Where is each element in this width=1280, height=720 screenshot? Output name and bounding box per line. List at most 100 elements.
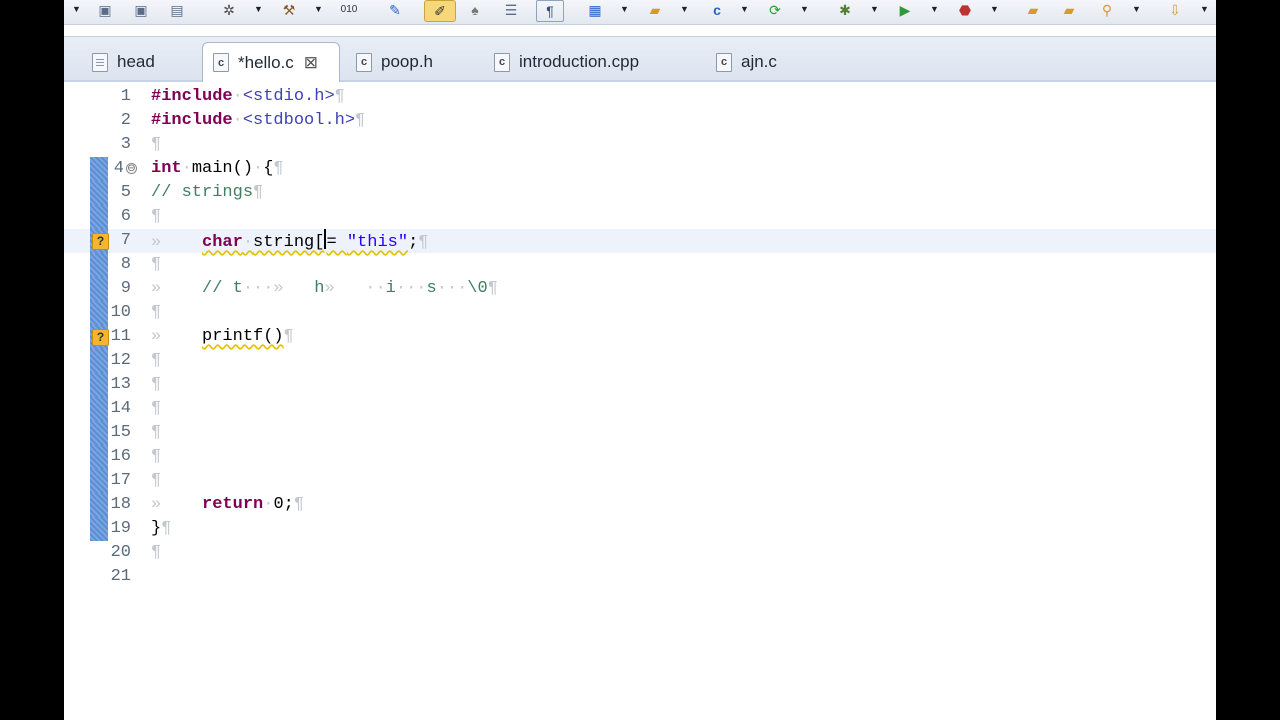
code-text: ¶ (151, 135, 162, 154)
code-line: 8 ¶ (64, 253, 1216, 277)
line-number: 4 (113, 159, 124, 178)
chevron-down-icon[interactable]: ▼ (314, 4, 323, 14)
code-line: 10 ¶ (64, 301, 1216, 325)
line-number: 13 (110, 375, 131, 394)
chevron-down-icon[interactable]: ▼ (870, 4, 879, 14)
tab-label: head (117, 52, 155, 71)
tab-hello-c[interactable]: c *hello.c ⊠ (202, 42, 340, 82)
new-c-file-icon[interactable]: c (706, 0, 728, 20)
line-number: 8 (120, 255, 131, 274)
line-number: 9 (120, 279, 131, 298)
code-text: ¶ (151, 351, 162, 370)
tab-introduction-cpp[interactable]: c introduction.cpp (484, 43, 639, 81)
search-icon[interactable]: ⚲ (1096, 0, 1118, 20)
code-line: 18 » return·0;¶ (64, 493, 1216, 517)
code-text: int·main()·{¶ (151, 159, 284, 178)
code-line: 14 ¶ (64, 397, 1216, 421)
code-line: 20 ¶ (64, 541, 1216, 565)
code-text: // strings¶ (151, 183, 264, 202)
chevron-down-icon[interactable]: ▼ (680, 4, 689, 14)
file-icon (92, 52, 108, 72)
save-icon[interactable]: ▣ (94, 0, 116, 20)
code-line: 4 ⊖ int·main()·{¶ (64, 157, 1216, 181)
line-number: 6 (120, 207, 131, 226)
save-all-icon[interactable]: ▣ (130, 0, 152, 20)
code-text: ¶ (151, 255, 162, 274)
dropdown-arrow-icon[interactable]: ▼ (72, 4, 81, 14)
open-project-icon[interactable]: ▰ (1022, 0, 1044, 20)
external-tools-icon[interactable]: ⬣ (954, 0, 976, 20)
line-number: 21 (110, 567, 131, 586)
debug-bug-icon[interactable]: ✱ (834, 0, 856, 20)
paintbrush-icon[interactable]: ♠ (464, 0, 486, 20)
eclipse-ide-window: ▼ ▣ ▣ ▤ ✲ ▼ ⚒ ▼ 010 ✎ ✐ ♠ ☰ ¶ ▦ ▼ ▰ ▼ c … (64, 0, 1216, 720)
code-line: 5 // strings¶ (64, 181, 1216, 205)
code-line: 15 ¶ (64, 421, 1216, 445)
code-text: #include·<stdio.h>¶ (151, 87, 345, 106)
line-number: 17 (110, 471, 131, 490)
code-line: 3 ¶ (64, 133, 1216, 157)
chevron-down-icon[interactable]: ▼ (930, 4, 939, 14)
code-text: ¶ (151, 543, 162, 562)
code-text: » return·0;¶ (151, 495, 305, 514)
code-line: 19 }¶ (64, 517, 1216, 541)
chevron-down-icon[interactable]: ▼ (1200, 4, 1209, 14)
c-file-icon: c (356, 52, 372, 72)
open-folder-icon[interactable]: ▰ (644, 0, 666, 20)
close-tab-icon[interactable]: ⊠ (304, 53, 318, 73)
code-text: ¶ (151, 399, 162, 418)
code-text: ¶ (151, 303, 162, 322)
chevron-down-icon[interactable]: ▼ (800, 4, 809, 14)
editor-tab-bar: head c *hello.c ⊠ c poop.h c introductio… (64, 36, 1216, 82)
line-number: 12 (110, 351, 131, 370)
code-line: 6 ¶ (64, 205, 1216, 229)
code-line: 12 ¶ (64, 349, 1216, 373)
code-line: ? 11 » printf()¶ (64, 325, 1216, 349)
code-text: » char·string[= "this";¶ (151, 229, 428, 255)
tab-label: ajn.c (741, 52, 777, 71)
line-number: 7 (120, 231, 131, 250)
c-file-icon: c (213, 53, 229, 72)
chevron-down-icon[interactable]: ▼ (990, 4, 999, 14)
line-number: 11 (110, 327, 131, 346)
line-number: 3 (120, 135, 131, 154)
settings-gear-icon[interactable]: ✲ (218, 0, 240, 20)
code-text: ¶ (151, 471, 162, 490)
chevron-down-icon[interactable]: ▼ (620, 4, 629, 14)
tab-ajn-c[interactable]: c ajn.c (706, 43, 777, 81)
tab-poop-h[interactable]: c poop.h (346, 43, 433, 81)
code-line: 17 ¶ (64, 469, 1216, 493)
code-editor[interactable]: 1 #include·<stdio.h>¶ 2 #include·<stdboo… (64, 82, 1216, 720)
format-icon[interactable]: ¶ (536, 0, 564, 22)
chevron-down-icon[interactable]: ▼ (740, 4, 749, 14)
refresh-icon[interactable]: ⟳ (764, 0, 786, 20)
run-icon[interactable]: ▶ (894, 0, 916, 20)
code-line: 21 (64, 565, 1216, 589)
folder-icon[interactable]: ▰ (1058, 0, 1080, 20)
code-line: 13 ¶ (64, 373, 1216, 397)
code-line-current: ? 7 » char·string[= "this";¶ (64, 229, 1216, 253)
tab-label: *hello.c (238, 52, 294, 72)
new-c-project-icon[interactable]: ▦ (584, 0, 606, 20)
code-text: #include·<stdbool.h>¶ (151, 111, 366, 130)
line-number: 1 (120, 87, 131, 106)
pen-icon[interactable]: ✐ (424, 0, 456, 22)
code-text: ¶ (151, 447, 162, 466)
fold-collapse-icon[interactable]: ⊖ (126, 163, 137, 174)
code-text: » printf()¶ (151, 327, 294, 346)
chevron-down-icon[interactable]: ▼ (254, 4, 263, 14)
list-icon[interactable]: ☰ (500, 0, 522, 20)
chevron-down-icon[interactable]: ▼ (1132, 4, 1141, 14)
tab-head[interactable]: head (82, 43, 155, 81)
tab-label: poop.h (381, 52, 433, 71)
line-number: 15 (110, 423, 131, 442)
search-wand-icon[interactable]: ✎ (384, 0, 406, 20)
code-text: ¶ (151, 375, 162, 394)
binary-icon[interactable]: 010 (338, 0, 360, 20)
build-hammer-icon[interactable]: ⚒ (278, 0, 300, 20)
line-number: 16 (110, 447, 131, 466)
next-annotation-icon[interactable]: ⇩ (1164, 0, 1186, 20)
print-icon[interactable]: ▤ (166, 0, 188, 20)
tab-label: introduction.cpp (519, 52, 640, 71)
code-text: ¶ (151, 207, 162, 226)
